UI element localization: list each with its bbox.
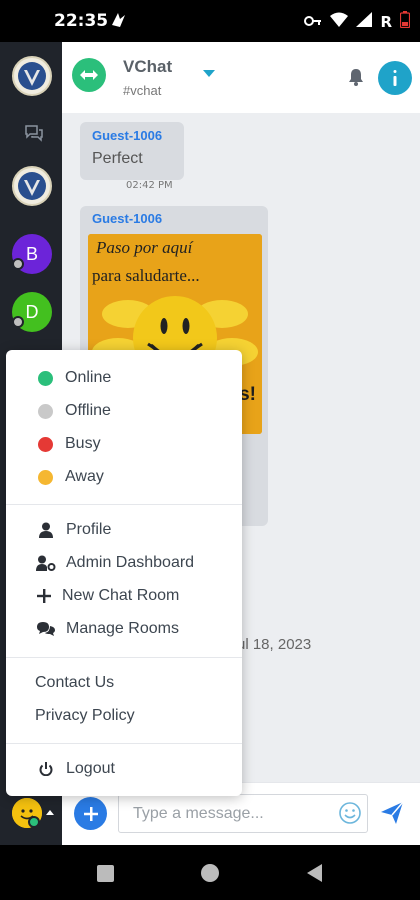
menu-item-manage-rooms[interactable]: Manage Rooms [6,613,242,645]
message-text: Perfect [92,150,143,167]
date-separator: ul 18, 2023 [237,636,312,653]
status-bar: 22:35 R [0,0,420,42]
menu-item-admin-dashboard[interactable]: Admin Dashboard [6,547,242,579]
room-avatar-letter: D [25,301,39,322]
menu-item-label: Away [65,468,104,485]
image-caption: Paso por aquí [96,238,193,257]
menu-item-label: Profile [66,521,112,538]
menu-status-busy[interactable]: Busy [6,428,242,460]
menu-item-label: Logout [66,760,115,777]
key-icon [304,12,322,31]
menu-item-new-chat-room[interactable]: New Chat Room [6,580,242,612]
plus-icon [34,586,54,606]
chat-header: VChat #vchat [62,42,420,114]
room-status-dot [12,316,24,328]
menu-divider [6,657,242,658]
menu-divider [6,743,242,744]
menu-divider [6,504,242,505]
message-sender[interactable]: Guest-1006 [92,211,162,226]
power-icon [36,759,56,779]
send-icon[interactable] [380,801,404,829]
bell-icon[interactable] [348,68,364,90]
room-avatar-vchat[interactable] [12,166,52,206]
message-bubble[interactable]: Guest-1006 Perfect [80,122,184,180]
menu-item-profile[interactable]: Profile [6,514,242,546]
status-dot [38,469,53,485]
message-input[interactable] [118,794,368,833]
chevron-down-icon[interactable] [203,70,215,77]
image-caption: para saludarte... [92,266,200,285]
status-dot [38,370,53,386]
signal-icon [356,12,373,31]
status-time: 22:35 [54,11,109,31]
vpn-icon [108,11,128,33]
user-status-dot [28,816,40,828]
room-icon[interactable] [72,58,106,92]
room-avatar-letter: B [25,243,38,264]
menu-item-logout[interactable]: Logout [6,753,242,785]
menu-item-label: Offline [65,402,111,419]
recents-icon[interactable] [97,865,114,882]
menu-status-away[interactable]: Away [6,461,242,493]
menu-item-label: Contact Us [35,674,115,691]
menu-item-privacy-policy[interactable]: Privacy Policy [6,700,242,732]
menu-item-label: Privacy Policy [35,707,135,724]
user-menu: Online Offline Busy Away Profile Admin D… [6,350,242,796]
menu-status-offline[interactable]: Offline [6,395,242,427]
comments-icon [36,619,56,639]
home-icon[interactable] [201,864,219,882]
menu-item-label: Manage Rooms [66,620,179,637]
user-icon [36,520,56,540]
menu-item-label: Admin Dashboard [66,554,195,571]
menu-status-online[interactable]: Online [6,362,242,394]
status-dot [38,403,53,419]
room-channel: #vchat [123,83,162,98]
menu-item-contact-us[interactable]: Contact Us [6,667,242,699]
menu-item-label: New Chat Room [62,587,180,604]
system-nav-bar [0,845,420,900]
menu-item-label: Online [65,369,112,386]
back-icon[interactable] [307,864,322,882]
room-info-button[interactable] [378,61,412,95]
menu-item-label: Busy [65,435,101,452]
chats-icon[interactable] [24,124,44,146]
caret-up-icon[interactable] [46,810,54,815]
network-type-label: R [380,12,392,31]
emoji-icon[interactable] [338,801,362,829]
user-cog-icon [36,553,56,573]
status-dot [38,436,53,452]
app-logo-avatar[interactable] [12,56,52,96]
message-time: 02:42 PM [126,180,173,191]
wifi-icon [330,12,349,31]
attach-button[interactable] [74,797,107,830]
status-icons: R [304,11,411,32]
message-sender[interactable]: Guest-1006 [92,128,162,143]
room-status-dot [12,258,24,270]
room-title[interactable]: VChat [123,57,172,77]
battery-icon [399,11,411,32]
